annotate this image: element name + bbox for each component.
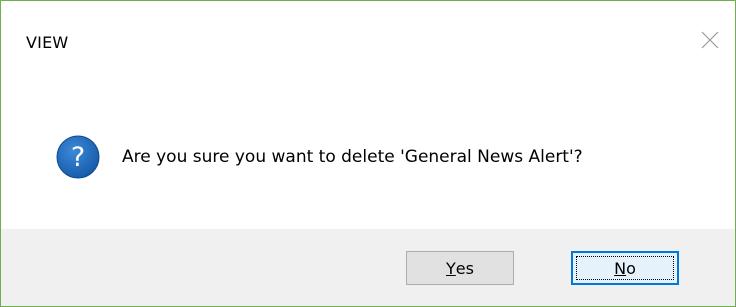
yes-label-rest: es [455, 258, 474, 278]
yes-mnemonic: Y [446, 258, 456, 278]
confirmation-message: Are you sure you want to delete 'General… [122, 147, 583, 167]
no-button[interactable]: No [571, 251, 679, 285]
question-icon: ? [56, 135, 100, 179]
message-dialog: VIEW ? Are you sure you want to delete '… [0, 0, 736, 307]
svg-text:?: ? [71, 142, 85, 173]
button-bar: Yes No [1, 229, 735, 306]
no-mnemonic: N [614, 258, 627, 278]
dialog-content: ? Are you sure you want to delete 'Gener… [1, 71, 735, 229]
yes-button[interactable]: Yes [406, 251, 514, 285]
close-button[interactable] [695, 25, 725, 55]
no-label-rest: o [626, 258, 636, 278]
window-title: VIEW [26, 33, 69, 52]
close-icon [701, 31, 719, 49]
